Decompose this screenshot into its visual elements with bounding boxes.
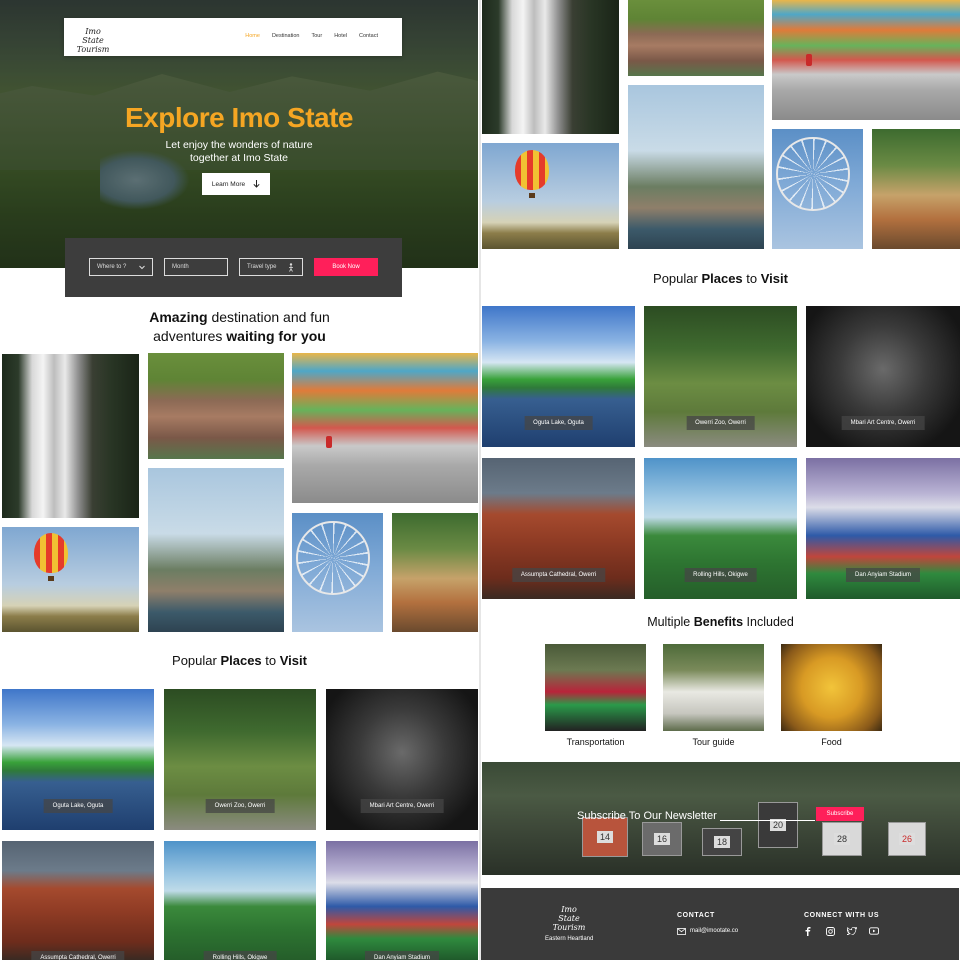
nav-links: Home Destination Tour Hotel Contact xyxy=(245,33,378,39)
month-field[interactable]: Month xyxy=(164,258,228,276)
place-card-owerri-zoo[interactable]: Owerri Zoo, Owerri xyxy=(164,689,316,830)
connect-title: CONNECT WITH US xyxy=(804,912,880,919)
popular-heading: Popular Places to Visit xyxy=(653,271,788,286)
page: Imo State Tourism Home Destination Tour … xyxy=(0,0,960,960)
youtube-icon[interactable] xyxy=(869,926,879,936)
hero-subtitle: Let enjoy the wonders of nature together… xyxy=(165,139,313,164)
place-card-rolling-hills[interactable]: Rolling Hills, Okigwe xyxy=(164,841,316,960)
lion-sculpture-photo xyxy=(628,0,764,76)
left-page-column: Imo State Tourism Home Destination Tour … xyxy=(0,0,479,960)
subscribe-button[interactable]: Subscribe xyxy=(816,807,864,821)
place-card-dan-anyiam-stadium[interactable]: Dan Anyiam Stadium xyxy=(326,841,478,960)
market-photo xyxy=(392,513,478,632)
social-icons xyxy=(803,926,879,936)
mural-photo xyxy=(772,0,960,120)
footer-logo[interactable]: Imo State Tourism xyxy=(551,905,587,932)
hero-title: Explore Imo State xyxy=(124,102,354,133)
booking-bar: Where to ? Month Travel type Book Now xyxy=(65,238,402,297)
palm-resort-photo xyxy=(148,468,284,632)
contact-title: CONTACT xyxy=(677,912,715,919)
facebook-icon[interactable] xyxy=(803,926,813,936)
hot-air-balloon-photo xyxy=(482,143,619,249)
benefits-heading: Multiple Benefits Included xyxy=(647,615,794,629)
hot-air-balloon-photo xyxy=(2,527,139,632)
newsletter-email-input[interactable] xyxy=(720,820,815,821)
place-card-dan-anyiam-stadium[interactable]: Dan Anyiam Stadium xyxy=(806,458,960,599)
ferris-wheel-photo xyxy=(292,513,383,632)
place-card-assumpta-cathedral[interactable]: Assumpta Cathedral, Owerri xyxy=(2,841,154,960)
right-page-column: Popular Places to Visit Oguta Lake, Ogut… xyxy=(481,0,960,960)
place-card-oguta-lake[interactable]: Oguta Lake, Oguta xyxy=(482,306,635,447)
mail-icon xyxy=(677,928,686,935)
nav-link-hotel[interactable]: Hotel xyxy=(334,33,347,39)
waterfall-photo xyxy=(2,354,139,518)
benefit-tour-guide-label: Tour guide xyxy=(692,737,735,747)
food-photo xyxy=(781,644,882,731)
arrow-down-icon xyxy=(253,180,260,188)
person-icon xyxy=(289,263,293,272)
chevron-down-icon xyxy=(139,265,145,270)
footer: Imo State Tourism Eastern Heartland CONT… xyxy=(481,888,959,960)
nav-link-tour[interactable]: Tour xyxy=(311,33,322,39)
waterfall-photo xyxy=(482,0,619,134)
learn-more-button[interactable]: Learn More xyxy=(202,173,270,195)
market-photo xyxy=(872,129,960,249)
tour-guide-photo xyxy=(663,644,764,731)
travel-type-select[interactable]: Travel type xyxy=(239,258,303,276)
place-card-assumpta-cathedral[interactable]: Assumpta Cathedral, Owerri xyxy=(482,458,635,599)
lion-sculpture-photo xyxy=(148,353,284,459)
nav-link-home[interactable]: Home xyxy=(245,33,260,39)
navbar: Imo State Tourism Home Destination Tour … xyxy=(64,18,402,56)
hero-section: Imo State Tourism Home Destination Tour … xyxy=(0,0,478,268)
benefit-food-label: Food xyxy=(821,737,842,747)
palm-resort-photo xyxy=(628,85,764,249)
place-card-mbari-art-centre[interactable]: Mbari Art Centre, Owerri xyxy=(806,306,960,447)
popular-heading: Popular Places to Visit xyxy=(172,653,307,668)
ferris-wheel-photo xyxy=(772,129,863,249)
transportation-photo xyxy=(545,644,646,731)
nav-link-contact[interactable]: Contact xyxy=(359,33,378,39)
place-card-rolling-hills[interactable]: Rolling Hills, Okigwe xyxy=(644,458,797,599)
where-to-select[interactable]: Where to ? xyxy=(89,258,153,276)
nav-link-destination[interactable]: Destination xyxy=(272,33,300,39)
footer-tagline: Eastern Heartland xyxy=(545,936,594,942)
twitter-icon[interactable] xyxy=(847,926,857,936)
newsletter-section: 14 16 18 20 28 26 Subscribe To Our Newsl… xyxy=(482,762,960,875)
contact-email-link[interactable]: mail@imootate.co xyxy=(690,928,738,934)
book-now-button[interactable]: Book Now xyxy=(314,258,378,276)
amazing-heading: Amazing destination and fun adventures w… xyxy=(149,309,330,344)
mural-photo xyxy=(292,353,478,503)
newsletter-title: Subscribe To Our Newsletter xyxy=(577,810,717,822)
benefit-transportation-label: Transportation xyxy=(566,737,625,747)
place-card-mbari-art-centre[interactable]: Mbari Art Centre, Owerri xyxy=(326,689,478,830)
place-card-oguta-lake[interactable]: Oguta Lake, Oguta xyxy=(2,689,154,830)
site-logo[interactable]: Imo State Tourism xyxy=(76,27,110,54)
instagram-icon[interactable] xyxy=(825,926,835,936)
place-card-owerri-zoo[interactable]: Owerri Zoo, Owerri xyxy=(644,306,797,447)
